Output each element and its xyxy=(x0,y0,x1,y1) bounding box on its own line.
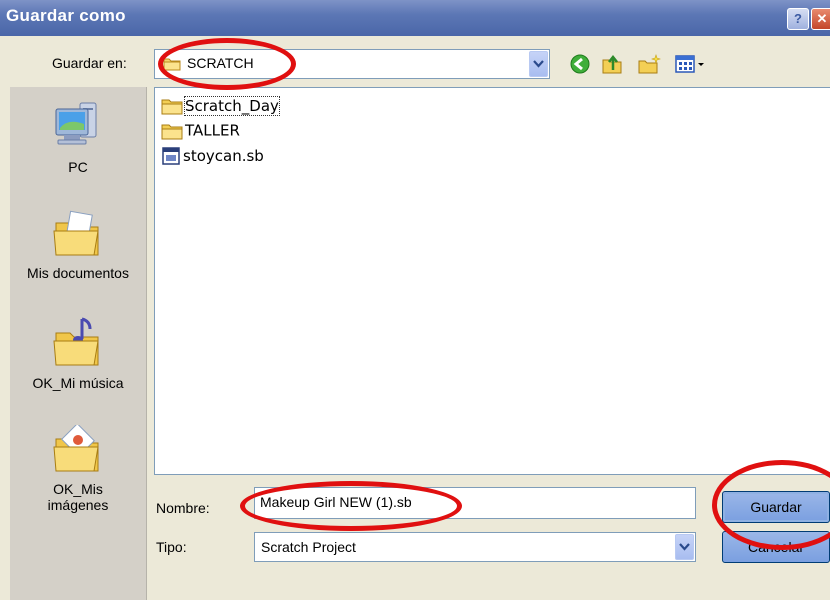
filetype-select[interactable]: Scratch Project xyxy=(254,532,696,562)
computer-icon xyxy=(55,102,97,145)
save-in-combo[interactable]: SCRATCH xyxy=(154,49,550,79)
close-button[interactable]: ✕ xyxy=(811,8,830,30)
my-music-icon xyxy=(53,317,99,366)
file-list[interactable]: Scratch_Day TALLER stoycan.sb xyxy=(154,87,830,475)
title-bar[interactable]: Guardar como ? ✕ xyxy=(0,0,830,36)
file-name: TALLER xyxy=(185,121,240,140)
view-menu-icon xyxy=(675,55,704,73)
filetype-value: Scratch Project xyxy=(261,539,356,555)
place-my-pictures[interactable]: OK_Mis imágenes xyxy=(10,425,146,513)
file-name: stoycan.sb xyxy=(183,147,264,165)
folder-icon xyxy=(163,58,181,71)
folder-icon xyxy=(161,124,183,139)
up-folder-button[interactable] xyxy=(600,52,624,76)
filetype-label: Tipo: xyxy=(156,539,187,555)
place-label: OK_Mi música xyxy=(32,375,124,391)
filename-input[interactable]: Makeup Girl NEW (1).sb xyxy=(254,487,696,519)
chevron-down-icon xyxy=(533,60,544,68)
list-item[interactable]: stoycan.sb xyxy=(161,146,264,168)
back-icon xyxy=(570,54,590,74)
my-pictures-icon xyxy=(53,425,99,472)
new-folder-button[interactable] xyxy=(637,52,661,76)
place-my-music[interactable]: OK_Mi música xyxy=(10,315,146,391)
file-name: Scratch_Day xyxy=(184,95,280,116)
list-item[interactable]: Scratch_Day xyxy=(161,95,280,118)
place-label: OK_Mis imágenes xyxy=(47,481,109,513)
filename-value: Makeup Girl NEW (1).sb xyxy=(260,494,412,510)
save-in-value: SCRATCH xyxy=(187,55,254,71)
place-pc[interactable]: PC xyxy=(10,99,146,175)
scratch-file-icon xyxy=(162,147,180,165)
save-in-label: Guardar en: xyxy=(52,55,127,71)
close-icon: ✕ xyxy=(816,11,828,26)
back-button[interactable] xyxy=(568,52,592,76)
cancel-button[interactable]: Cancelar xyxy=(722,531,830,563)
my-documents-icon xyxy=(53,210,99,256)
places-bar: PC Mis documentos OK_Mi música OK_Mis im… xyxy=(10,87,147,600)
help-button[interactable]: ? xyxy=(787,8,809,30)
view-menu-button[interactable] xyxy=(674,52,710,76)
chevron-down-icon xyxy=(679,543,690,551)
save-as-dialog: Guardar como ? ✕ Guardar en: SCRATCH PC … xyxy=(0,0,830,600)
help-icon: ? xyxy=(794,11,802,26)
place-label: Mis documentos xyxy=(27,265,129,281)
list-item[interactable]: TALLER xyxy=(161,121,240,143)
place-my-documents[interactable]: Mis documentos xyxy=(10,209,146,281)
filename-label: Nombre: xyxy=(156,500,210,516)
up-folder-icon xyxy=(602,54,622,74)
save-button[interactable]: Guardar xyxy=(722,491,830,523)
new-folder-icon xyxy=(638,54,661,74)
save-in-dropdown-button[interactable] xyxy=(529,51,548,77)
filetype-dropdown-button[interactable] xyxy=(675,534,694,560)
folder-icon xyxy=(161,99,183,114)
window-title: Guardar como xyxy=(6,6,126,25)
place-label: PC xyxy=(68,159,88,175)
